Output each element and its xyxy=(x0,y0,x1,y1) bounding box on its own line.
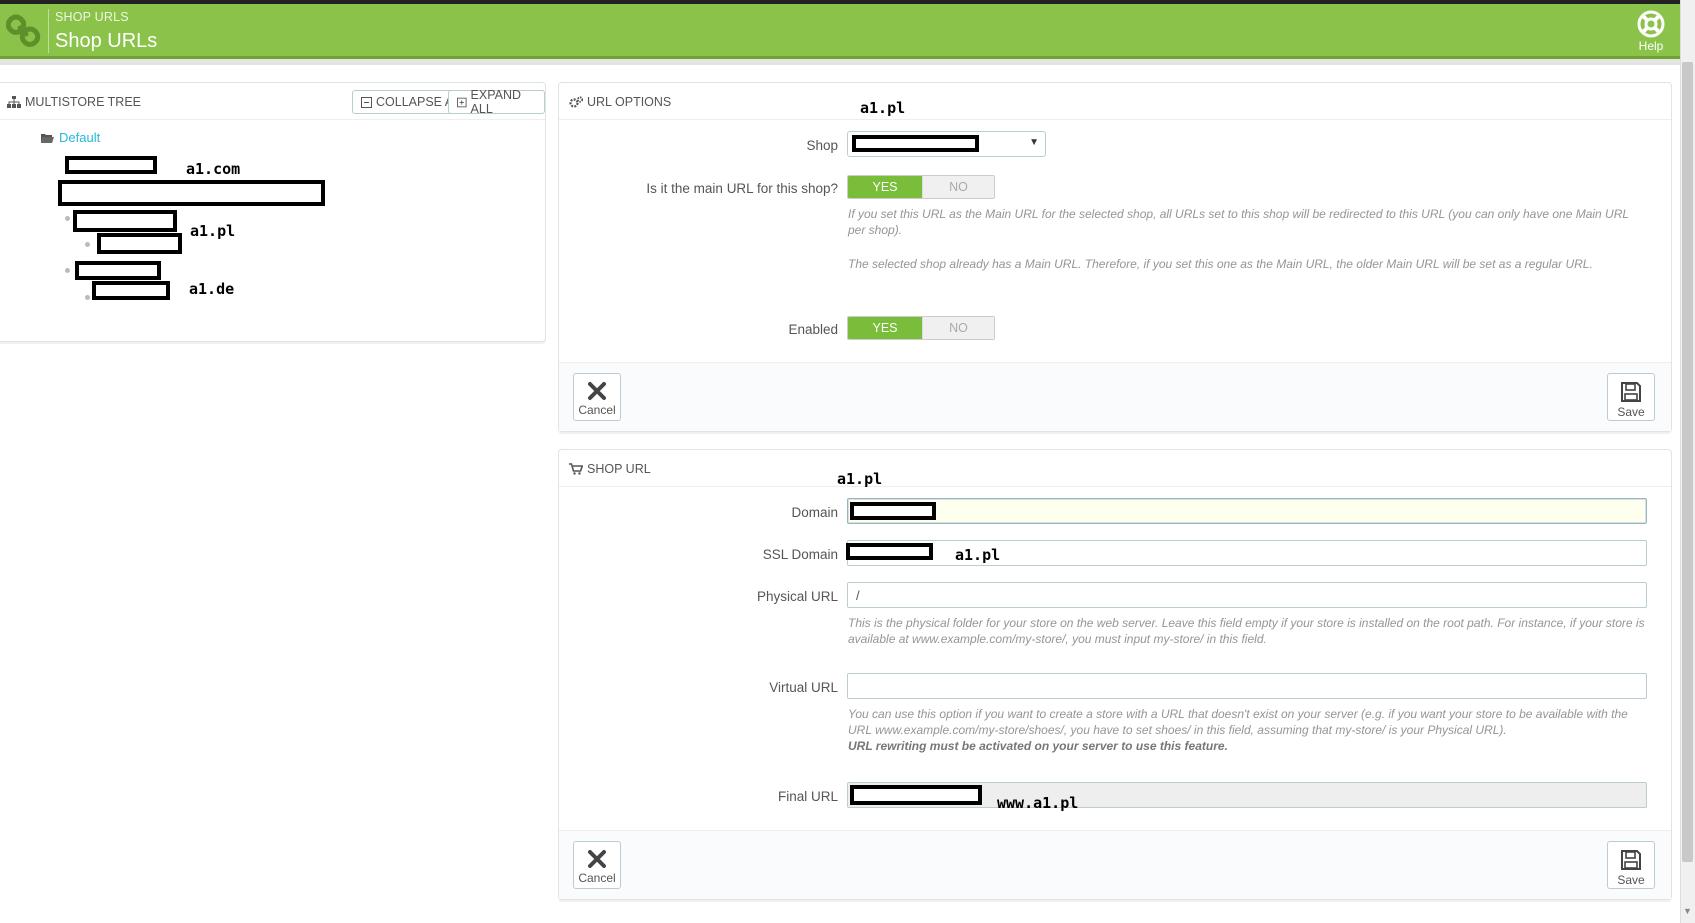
tree-node-shop-pl[interactable] xyxy=(73,210,177,232)
shop-url-heading: SHOP URL xyxy=(559,450,1671,487)
help-button[interactable]: Help xyxy=(1630,10,1672,56)
main-url-warning: The selected shop already has a Main URL… xyxy=(848,257,1593,271)
tree-node-url-pl[interactable] xyxy=(97,233,182,254)
annotation-final-url: www.a1.pl xyxy=(997,794,1079,812)
tree-panel-title: MULTISTORE TREE xyxy=(25,95,141,109)
scrollbar-thumb[interactable] xyxy=(1682,62,1693,862)
ssl-domain-label: SSL Domain xyxy=(762,547,838,562)
annotation-a1-de: a1.de xyxy=(189,280,235,298)
tree-bullet xyxy=(85,242,90,247)
tree-node-default-label: Default xyxy=(59,130,101,145)
minus-square-icon xyxy=(361,96,372,108)
physical-url-help: This is the physical folder for your sto… xyxy=(848,616,1645,646)
redaction-box xyxy=(850,785,982,805)
redaction-box xyxy=(850,502,936,520)
virtual-url-label: Virtual URL xyxy=(769,680,838,695)
cancel-label: Cancel xyxy=(578,871,616,885)
final-url-field xyxy=(847,782,1647,808)
help-label: Help xyxy=(1638,39,1664,53)
caret-down-icon: ▼ xyxy=(1029,137,1039,148)
page-title: Shop URLs xyxy=(55,30,158,52)
tree-node-default[interactable]: Default xyxy=(40,130,100,145)
tree-node-url-de[interactable] xyxy=(92,281,170,300)
url-options-footer: Cancel Save xyxy=(559,362,1671,431)
tree-bullet xyxy=(85,295,90,300)
virtual-url-help-text: You can use this option if you want to c… xyxy=(848,707,1628,737)
main-url-toggle[interactable]: YES NO xyxy=(847,175,995,199)
shopping-cart-icon xyxy=(569,463,583,475)
redaction-box xyxy=(852,135,979,152)
cogs-icon xyxy=(569,95,583,108)
redaction-box xyxy=(846,543,933,560)
shop-url-title: SHOP URL xyxy=(587,462,651,476)
annotation-a1-com: a1.com xyxy=(186,160,241,178)
enabled-toggle[interactable]: YES NO xyxy=(847,316,995,340)
floppy-disk-icon xyxy=(1621,850,1641,870)
save-button[interactable]: Save xyxy=(1607,373,1655,421)
annotation-shop-url: a1.pl xyxy=(837,470,883,488)
expand-all-label: Expand All xyxy=(470,88,522,116)
cancel-label: Cancel xyxy=(578,403,616,417)
final-url-label: Final URL xyxy=(777,789,838,804)
save-label: Save xyxy=(1617,405,1645,419)
tree-bullet xyxy=(65,268,70,273)
cancel-button[interactable]: Cancel xyxy=(573,841,621,889)
url-options-title: URL OPTIONS xyxy=(587,95,672,109)
lifebuoy-icon xyxy=(1637,10,1665,38)
cancel-button[interactable]: Cancel xyxy=(573,373,621,421)
header-subbar xyxy=(0,59,1680,65)
main-url-help: If you set this URL as the Main URL for … xyxy=(848,207,1629,237)
shop-select[interactable]: ▼ xyxy=(847,131,1046,157)
virtual-url-help-bold: URL rewriting must be activated on your … xyxy=(848,739,1228,753)
header-separator xyxy=(48,9,49,53)
tree-node-shop-de[interactable] xyxy=(75,261,161,280)
shop-url-footer: Cancel Save xyxy=(559,830,1671,899)
annotation-url-options: a1.pl xyxy=(860,99,906,117)
domain-label: Domain xyxy=(791,505,838,520)
enabled-yes[interactable]: YES xyxy=(848,317,922,339)
main-url-label: Is it the main URL for this shop? xyxy=(646,181,838,196)
save-label: Save xyxy=(1617,873,1645,887)
main-url-no[interactable]: NO xyxy=(922,176,994,198)
physical-url-label: Physical URL xyxy=(756,589,838,604)
breadcrumb: SHOP URLS xyxy=(55,10,129,24)
physical-url-field[interactable]: / xyxy=(847,582,1647,608)
close-icon xyxy=(588,382,606,400)
tree-bullet xyxy=(65,216,70,221)
save-button[interactable]: Save xyxy=(1607,841,1655,889)
folder-open-icon xyxy=(41,133,54,143)
plus-square-icon xyxy=(457,97,467,107)
expand-all-button[interactable]: Expand All xyxy=(448,88,545,116)
domain-field[interactable] xyxy=(847,498,1647,524)
link-chain-icon xyxy=(5,12,46,52)
virtual-url-field[interactable] xyxy=(847,673,1647,699)
annotation-ssl-domain: a1.pl xyxy=(955,546,1001,564)
annotation-a1-pl: a1.pl xyxy=(190,222,236,240)
tree-panel-heading: MULTISTORE TREE Collapse All Expand All xyxy=(0,83,545,120)
redaction-box xyxy=(65,156,157,174)
redaction-box xyxy=(58,180,325,206)
shop-label: Shop xyxy=(806,138,838,153)
enabled-label: Enabled xyxy=(788,322,838,337)
enabled-no[interactable]: NO xyxy=(922,317,994,339)
scroll-down-arrow-icon[interactable]: ▼ xyxy=(1683,906,1692,916)
virtual-url-help: You can use this option if you want to c… xyxy=(848,706,1648,754)
floppy-disk-icon xyxy=(1621,382,1641,402)
page-header: SHOP URLS Shop URLs Help xyxy=(0,4,1680,59)
main-url-yes[interactable]: YES xyxy=(848,176,922,198)
url-options-heading: URL OPTIONS xyxy=(559,83,1671,120)
sitemap-icon xyxy=(7,96,21,108)
close-icon xyxy=(588,850,606,868)
